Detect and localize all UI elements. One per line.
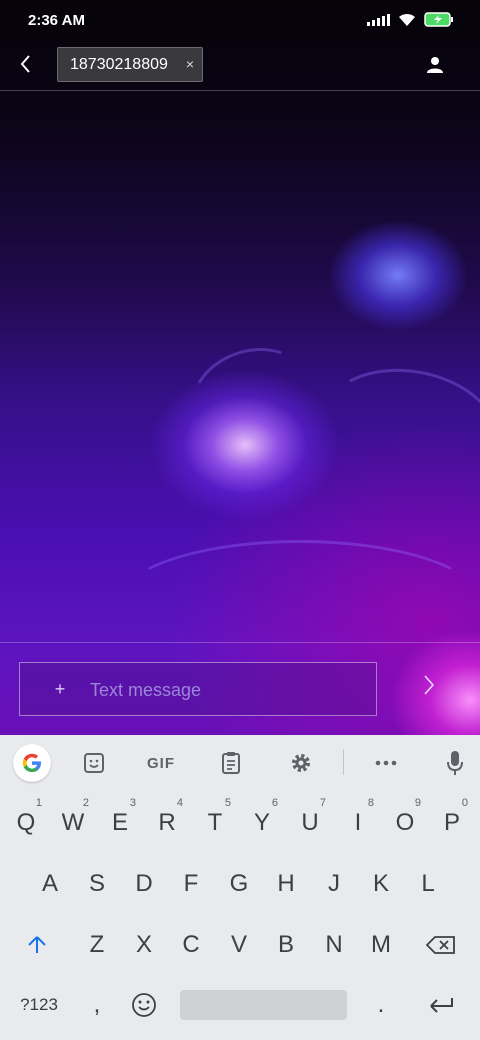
- emoji-icon: [132, 993, 156, 1017]
- gear-icon: [292, 754, 310, 772]
- recipient-number: 18730218809: [70, 56, 168, 73]
- signal-icon: [367, 13, 390, 26]
- status-bar: 2:36 AM: [0, 0, 480, 42]
- messaging-screen: 2:36 AM 18730218809 × + Text message GIF…: [0, 0, 480, 1040]
- key-d[interactable]: D: [124, 862, 164, 906]
- more-button[interactable]: [367, 745, 405, 781]
- emoji-key[interactable]: [124, 983, 164, 1027]
- conversation-header: 18730218809 ×: [0, 44, 480, 90]
- symbols-key[interactable]: ?123: [14, 983, 64, 1027]
- key-v[interactable]: V: [219, 923, 259, 967]
- sticker-button[interactable]: [75, 745, 113, 781]
- key-a[interactable]: A: [30, 862, 70, 906]
- send-button[interactable]: [416, 672, 442, 698]
- key-l[interactable]: L: [408, 862, 448, 906]
- key-p[interactable]: P0: [432, 797, 472, 845]
- key-i[interactable]: I8: [338, 797, 378, 845]
- voice-input-button[interactable]: [436, 745, 474, 781]
- key-w[interactable]: W2: [53, 797, 93, 845]
- key-k[interactable]: K: [361, 862, 401, 906]
- keyboard: GIF Q 1 W 2 E 3 R 4 T 5 Y 6 U 7 I 8 O 9 …: [0, 735, 480, 1040]
- sticker-icon: [84, 753, 104, 773]
- mic-icon: [447, 751, 463, 775]
- settings-button[interactable]: [282, 745, 320, 781]
- remove-recipient-button[interactable]: ×: [184, 57, 196, 71]
- compose-box: +: [19, 662, 377, 716]
- attach-button[interactable]: +: [50, 677, 70, 701]
- key-j[interactable]: J: [314, 862, 354, 906]
- key-e[interactable]: E3: [100, 797, 140, 845]
- space-key[interactable]: [180, 990, 347, 1020]
- more-icon: [375, 760, 397, 766]
- shift-arrow-icon: [28, 936, 46, 953]
- back-button[interactable]: [10, 48, 42, 80]
- key-y[interactable]: Y6: [242, 797, 282, 845]
- message-input[interactable]: [90, 679, 360, 701]
- comma-key[interactable]: ,: [77, 983, 117, 1027]
- person-icon: [427, 57, 443, 73]
- keyboard-toolbar: GIF: [0, 735, 480, 790]
- key-h[interactable]: H: [266, 862, 306, 906]
- google-icon: [22, 753, 41, 772]
- key-t[interactable]: T5: [195, 797, 235, 845]
- backspace-key[interactable]: [421, 923, 461, 967]
- recipient-chip[interactable]: 18730218809 ×: [57, 47, 203, 82]
- enter-key[interactable]: [421, 983, 461, 1027]
- key-q[interactable]: Q1: [6, 797, 46, 845]
- period-key[interactable]: .: [361, 983, 401, 1027]
- google-button[interactable]: [13, 744, 51, 782]
- compose-divider: [0, 642, 480, 643]
- toolbar-separator: [343, 749, 344, 775]
- key-s[interactable]: S: [77, 862, 117, 906]
- key-c[interactable]: C: [171, 923, 211, 967]
- chevron-left-icon: [20, 55, 30, 73]
- gif-button[interactable]: GIF: [142, 745, 180, 781]
- battery-charging-icon: [424, 12, 453, 27]
- clipboard-icon: [222, 752, 240, 774]
- key-u[interactable]: U7: [290, 797, 330, 845]
- flower-wallpaper: [0, 0, 480, 735]
- key-g[interactable]: G: [219, 862, 259, 906]
- clipboard-button[interactable]: [212, 745, 250, 781]
- contact-button[interactable]: [420, 50, 450, 80]
- key-o[interactable]: O9: [385, 797, 425, 845]
- key-m[interactable]: M: [361, 923, 401, 967]
- key-f[interactable]: F: [171, 862, 211, 906]
- enter-icon: [430, 998, 453, 1013]
- status-icons: [367, 12, 454, 27]
- key-x[interactable]: X: [124, 923, 164, 967]
- status-time: 2:36 AM: [28, 12, 85, 29]
- key-z[interactable]: Z: [77, 923, 117, 967]
- key-r[interactable]: R4: [147, 797, 187, 845]
- backspace-icon: [426, 936, 455, 954]
- key-n[interactable]: N: [314, 923, 354, 967]
- chevron-right-icon: [424, 675, 435, 695]
- wifi-icon: [399, 13, 415, 26]
- key-b[interactable]: B: [266, 923, 306, 967]
- shift-key[interactable]: [17, 923, 57, 967]
- header-divider: [0, 90, 480, 91]
